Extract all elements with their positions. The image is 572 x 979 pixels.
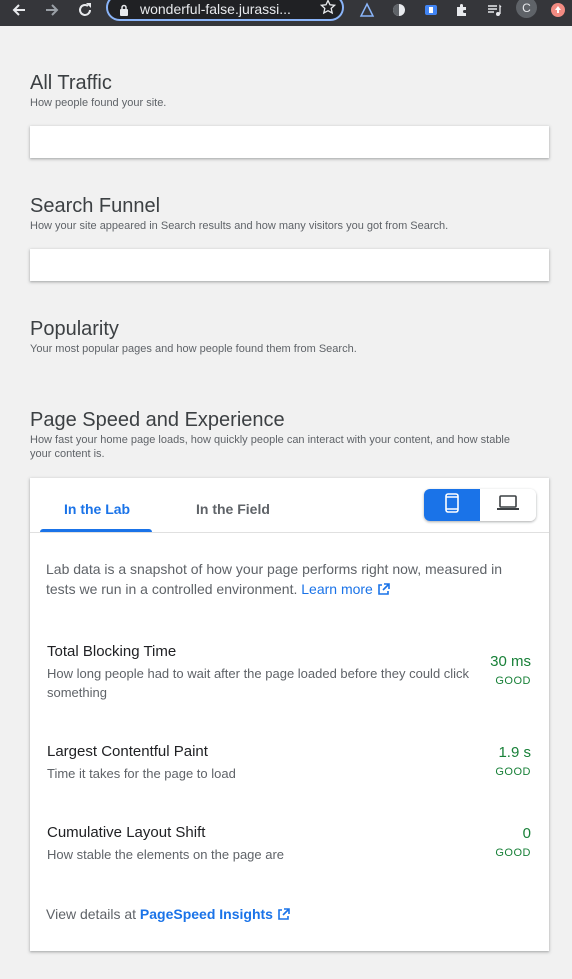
- metric-largest-contentful-paint: Largest Contentful Paint Time it takes f…: [47, 743, 532, 793]
- active-tab-indicator: [40, 529, 152, 532]
- tab-in-the-field[interactable]: In the Field: [196, 501, 270, 517]
- learn-more-link[interactable]: Learn more: [301, 581, 390, 597]
- profile-avatar[interactable]: C: [516, 0, 537, 18]
- page-speed-title: Page Speed and Experience: [30, 409, 285, 431]
- all-traffic-card: [30, 126, 549, 158]
- search-funnel-title: Search Funnel: [30, 195, 161, 217]
- metric-name: Largest Contentful Paint: [47, 743, 208, 760]
- browser-toolbar: wonderful-false.jurassi... C: [0, 0, 572, 26]
- external-link-icon: [277, 908, 290, 924]
- metric-rating: GOOD: [495, 847, 531, 859]
- device-toggle: [424, 489, 536, 521]
- search-funnel-subtitle: How your site appeared in Search results…: [30, 220, 449, 232]
- metric-cumulative-layout-shift: Cumulative Layout Shift How stable the e…: [47, 824, 532, 874]
- lab-description-text: Lab data is a snapshot of how your page …: [46, 561, 503, 597]
- popularity-title: Popularity: [30, 318, 119, 340]
- search-funnel-card: [30, 249, 549, 281]
- reload-icon[interactable]: [75, 0, 95, 20]
- metric-value: 1.9 s: [498, 744, 531, 761]
- extension-bookmark-icon[interactable]: [421, 0, 441, 20]
- metric-value: 0: [522, 825, 531, 842]
- popularity-subtitle: Your most popular pages and how people f…: [30, 343, 357, 355]
- forward-icon[interactable]: [42, 0, 62, 20]
- lock-icon: [119, 3, 129, 21]
- desktop-device-button[interactable]: [480, 489, 536, 521]
- metric-description: How long people had to wait after the pa…: [47, 666, 470, 700]
- laptop-icon: [497, 494, 519, 516]
- bookmark-star-icon[interactable]: [319, 0, 337, 20]
- pagespeed-insights-link[interactable]: PageSpeed Insights: [140, 906, 290, 922]
- metric-description: Time it takes for the page to load: [47, 766, 236, 781]
- pagespeed-insights-label: PageSpeed Insights: [139, 906, 273, 922]
- dark-mode-icon[interactable]: [389, 0, 409, 20]
- lab-description: Lab data is a snapshot of how your page …: [46, 559, 526, 601]
- extensions-puzzle-icon[interactable]: [452, 0, 472, 20]
- metric-rating: GOOD: [495, 675, 531, 687]
- external-link-icon: [377, 581, 390, 601]
- all-traffic-title: All Traffic: [30, 72, 112, 94]
- media-controls-icon[interactable]: [484, 0, 504, 20]
- speed-tabs: In the Lab In the Field: [30, 478, 549, 533]
- mobile-device-button[interactable]: [424, 489, 480, 521]
- phone-icon: [445, 492, 459, 518]
- extension-triangle-icon[interactable]: [357, 0, 377, 20]
- url-text: wonderful-false.jurassi...: [140, 1, 291, 17]
- update-icon[interactable]: [548, 0, 568, 20]
- all-traffic-subtitle: How people found your site.: [30, 97, 167, 109]
- address-bar[interactable]: wonderful-false.jurassi...: [106, 0, 344, 21]
- metric-name: Cumulative Layout Shift: [47, 824, 206, 841]
- page-speed-subtitle: How fast your home page loads, how quick…: [30, 434, 510, 460]
- metric-description: How stable the elements on the page are: [47, 847, 285, 862]
- metric-total-blocking-time: Total Blocking Time How long people had …: [47, 643, 532, 703]
- view-details-prefix: View details at: [46, 906, 137, 922]
- metric-rating: GOOD: [495, 766, 531, 778]
- view-details: View details at PageSpeed Insights: [46, 906, 290, 924]
- tab-in-the-lab[interactable]: In the Lab: [64, 501, 130, 517]
- learn-more-label: Learn more: [301, 581, 373, 597]
- back-icon[interactable]: [9, 0, 29, 20]
- avatar-letter: C: [522, 0, 531, 15]
- metric-value: 30 ms: [490, 653, 531, 670]
- metric-name: Total Blocking Time: [47, 643, 177, 660]
- page-speed-card: In the Lab In the Field Lab data is a sn…: [30, 478, 549, 951]
